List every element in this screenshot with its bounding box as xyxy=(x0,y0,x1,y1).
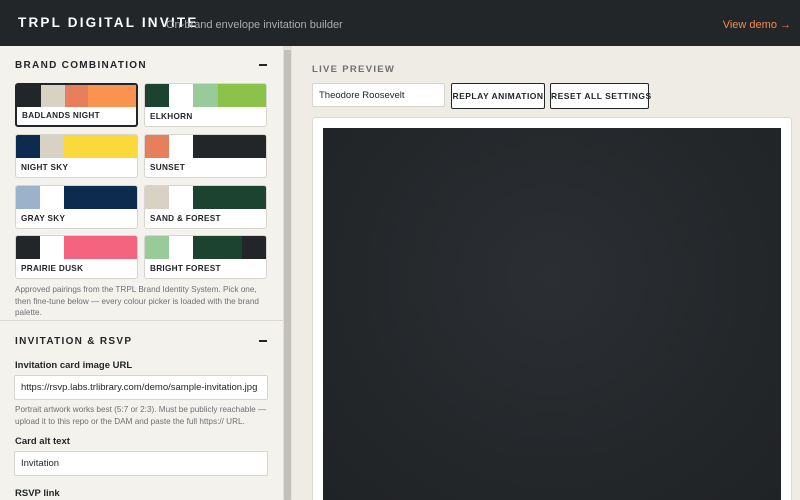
swatch-color-strip xyxy=(145,135,266,158)
collapse-invitation-icon[interactable] xyxy=(259,340,267,342)
swatch-color-strip xyxy=(17,85,136,107)
swatch-color-segment xyxy=(16,135,41,158)
swatch-label: PRAIRIE DUSK xyxy=(21,264,84,273)
swatch-label: SAND & FOREST xyxy=(150,214,221,223)
swatch-color-segment xyxy=(16,186,41,209)
swatch-color-segment xyxy=(16,236,41,259)
swatch-color-segment xyxy=(193,236,242,259)
swatch-color-segment xyxy=(17,85,41,107)
reset-settings-button[interactable]: RESET ALL SETTINGS xyxy=(550,83,651,109)
swatch-label: BADLANDS NIGHT xyxy=(22,111,100,120)
brand-swatch-sand-forest[interactable]: SAND & FOREST xyxy=(144,185,267,229)
swatch-color-segment xyxy=(40,85,65,107)
swatch-color-segment xyxy=(40,135,65,158)
swatch-color-segment xyxy=(169,186,194,209)
swatch-color-segment xyxy=(64,186,137,209)
swatch-color-segment xyxy=(241,236,266,259)
image-url-input[interactable] xyxy=(14,375,268,400)
collapse-brand-icon[interactable] xyxy=(259,64,267,66)
sidebar-scrollbar[interactable] xyxy=(283,46,292,500)
swatch-color-strip xyxy=(145,84,266,107)
brand-swatch-bright-forest[interactable]: BRIGHT FOREST xyxy=(144,235,267,279)
swatch-color-strip xyxy=(16,236,137,259)
brand-swatch-sunset[interactable]: SUNSET xyxy=(144,134,267,178)
swatch-color-segment xyxy=(64,236,137,259)
app-subtitle: On-brand envelope invitation builder xyxy=(166,19,343,31)
swatch-color-segment xyxy=(145,186,170,209)
swatch-label: NIGHT SKY xyxy=(21,163,69,172)
live-preview-heading: LIVE PREVIEW xyxy=(312,64,396,75)
brand-swatch-badlands-night[interactable]: BADLANDS NIGHT xyxy=(15,83,138,127)
swatch-color-segment xyxy=(169,84,194,107)
envelope-preview-stage[interactable] xyxy=(323,128,781,500)
sidebar-scroll-thumb[interactable] xyxy=(284,50,291,500)
swatch-label: BRIGHT FOREST xyxy=(150,264,221,273)
alt-text-input[interactable] xyxy=(14,451,268,476)
swatch-color-segment xyxy=(64,85,89,107)
view-demo-link[interactable]: View demo → xyxy=(723,19,791,31)
top-bar: TRPL DIGITAL INVITE On-brand envelope in… xyxy=(0,0,800,46)
swatch-color-segment xyxy=(193,84,218,107)
swatch-color-segment xyxy=(169,135,194,158)
swatch-color-segment xyxy=(217,84,266,107)
swatch-color-segment xyxy=(40,186,65,209)
image-url-label: Invitation card image URL xyxy=(15,360,133,371)
swatch-label: SUNSET xyxy=(150,163,186,172)
image-url-note: Portrait artwork works best (5:7 or 2:3)… xyxy=(15,405,267,426)
section-divider xyxy=(0,320,283,321)
rsvp-link-label: RSVP link xyxy=(15,488,60,499)
swatch-color-strip xyxy=(145,186,266,209)
replay-animation-button[interactable]: REPLAY ANIMATION xyxy=(451,83,545,109)
swatch-color-strip xyxy=(16,186,137,209)
brand-swatch-night-sky[interactable]: NIGHT SKY xyxy=(15,134,138,178)
brand-swatch-prairie-dusk[interactable]: PRAIRIE DUSK xyxy=(15,235,138,279)
swatch-color-strip xyxy=(145,236,266,259)
invitation-rsvp-heading: INVITATION & RSVP xyxy=(15,336,133,347)
brand-combination-heading: BRAND COMBINATION xyxy=(15,60,147,71)
swatch-color-segment xyxy=(193,135,266,158)
swatch-color-segment xyxy=(40,236,65,259)
swatch-color-segment xyxy=(145,135,170,158)
brand-swatch-gray-sky[interactable]: GRAY SKY xyxy=(15,185,138,229)
swatch-color-segment xyxy=(88,85,136,107)
brand-swatch-elkhorn[interactable]: ELKHORN xyxy=(144,83,267,127)
swatch-label: ELKHORN xyxy=(150,112,193,121)
settings-sidebar: BRAND COMBINATION BADLANDS NIGHT ELKHORN N… xyxy=(0,46,283,500)
swatch-color-segment xyxy=(169,236,194,259)
alt-text-label: Card alt text xyxy=(15,436,70,447)
swatch-color-segment xyxy=(64,135,137,158)
swatch-label: GRAY SKY xyxy=(21,214,66,223)
brand-note: Approved pairings from the TRPL Brand Id… xyxy=(15,285,259,317)
swatch-color-segment xyxy=(145,236,170,259)
swatch-color-segment xyxy=(145,84,170,107)
swatch-color-strip xyxy=(16,135,137,158)
guest-name-input[interactable] xyxy=(312,83,445,107)
swatch-color-segment xyxy=(193,186,266,209)
preview-frame xyxy=(312,117,792,500)
